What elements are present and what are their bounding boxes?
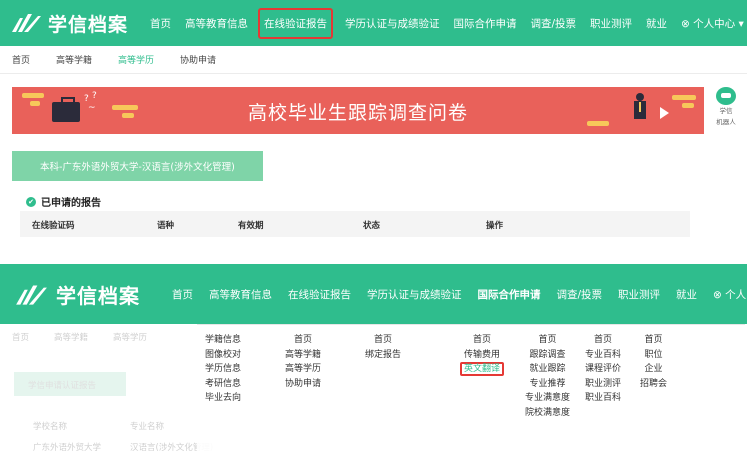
dim-card: 学信申请认证报告 [14,372,126,396]
menu-item[interactable]: 职位 [640,348,667,363]
applied-reports-heading: ✔ 已申请的报告 [26,194,101,209]
panel-gap [0,240,747,264]
col-status: 状态 [363,221,381,231]
dim-subnav-enrollment: 高等学籍 [54,333,89,343]
nav-certification[interactable]: 学历认证与成绩验证 [345,16,440,31]
menu-item[interactable]: 企业 [640,362,667,377]
nav-higher-education[interactable]: 高等教育信息 [209,287,272,302]
menu-item[interactable]: 首页 [460,333,504,348]
chat-robot-widget[interactable]: 学信 机器人 [711,87,741,133]
menu-item[interactable]: 首页 [640,333,667,348]
nav-international[interactable]: 国际合作申请 [454,16,517,31]
nav-home[interactable]: 首页 [172,287,193,302]
subnav-home[interactable]: 首页 [12,53,30,66]
subnav-enrollment[interactable]: 高等学籍 [56,53,92,66]
col-language: 语种 [157,221,175,231]
menu-item[interactable]: 毕业去向 [205,391,241,406]
report-table-header: 在线验证码 语种 有效期 状态 操作 [20,211,690,237]
col-actions: 操作 [486,221,504,231]
menu-item[interactable]: 首页 [365,333,401,348]
mega-col-2: 首页 高等学籍 高等学历 协助申请 [285,333,321,391]
menu-item[interactable]: 学历信息 [205,362,241,377]
dim-col-school: 学校名称 [33,422,68,432]
nav-higher-education[interactable]: 高等教育信息 [185,16,248,31]
menu-item[interactable]: 职业百科 [585,391,621,406]
menu-item[interactable]: 就业跟踪 [525,362,570,377]
menu-item[interactable]: 协助申请 [285,377,321,392]
subnav-degree[interactable]: 高等学历 [118,53,154,66]
menu-item[interactable]: 课程评价 [585,362,621,377]
site-logo[interactable]: 学信档案 [10,9,128,37]
nav-career-test[interactable]: 职业测评 [618,287,660,302]
graduate-figure-icon [633,93,647,127]
menu-item[interactable]: 专业推荐 [525,377,570,392]
menu-item[interactable]: 绑定报告 [365,348,401,363]
menu-item[interactable]: 考研信息 [205,377,241,392]
user-center-menu[interactable]: ⊗ 个人中心 ▾ [681,16,744,31]
menu-item[interactable]: 职业测评 [585,377,621,392]
logo-mark-icon [10,12,42,34]
logo-mark-icon [14,283,48,307]
banner-title: 高校毕业生跟踪调查问卷 [247,102,468,124]
logo-text: 学信档案 [56,284,140,308]
top-navbar-expanded: 学信档案 首页 高等教育信息 在线验证报告 学历认证与成绩验证 国际合作申请 调… [0,264,747,324]
mega-col-6: 首页 专业百科 课程评价 职业测评 职业百科 [585,333,621,406]
nav-certification[interactable]: 学历认证与成绩验证 [367,287,462,302]
check-circle-icon: ✔ [26,196,36,207]
menu-item[interactable]: 首页 [525,333,570,348]
mega-col-4: 首页 传输费用 英文翻译 [460,333,505,377]
nav-international[interactable]: 国际合作申请 [478,287,541,302]
mega-col-3: 首页 绑定报告 [365,333,401,362]
nav-employment[interactable]: 就业 [676,287,697,302]
applied-reports-title: 已申请的报告 [41,198,101,209]
col-verification-code: 在线验证码 [32,221,75,231]
screenshot-top-panel: 学信档案 首页 高等教育信息 在线验证报告 学历认证与成绩验证 国际合作申请 调… [0,0,747,240]
paper-plane-icon [660,107,669,119]
dim-col-major: 专业名称 [130,422,165,432]
menu-item[interactable]: 首页 [585,333,621,348]
menu-item[interactable]: 学籍信息 [205,333,241,348]
dim-subnav-home: 首页 [12,333,30,343]
international-mega-menu: 学籍信息 图像校对 学历信息 考研信息 毕业去向 首页 高等学籍 高等学历 协助… [197,324,745,451]
robot-label-line1: 学信 [719,107,733,115]
mega-col-1: 学籍信息 图像校对 学历信息 考研信息 毕业去向 [205,333,241,406]
mega-col-5: 首页 跟踪调查 就业跟踪 专业推荐 专业满意度 院校满意度 [525,333,570,421]
menu-item[interactable]: 传输费用 [460,348,504,363]
menu-item[interactable]: 图像校对 [205,348,241,363]
nav-career-test[interactable]: 职业测评 [590,16,632,31]
robot-icon [716,87,736,105]
survey-banner[interactable]: ? ? ~ 高校毕业生跟踪调查问卷 [12,87,704,134]
sub-navbar: 首页 高等学籍 高等学历 协助申请 [0,46,747,74]
user-center-menu[interactable]: ⊗ 个人中心 ▾ [713,287,747,302]
menu-item[interactable]: 跟踪调查 [525,348,570,363]
menu-item[interactable]: 院校满意度 [525,406,570,421]
top-navbar: 学信档案 首页 高等教育信息 在线验证报告 学历认证与成绩验证 国际合作申请 调… [0,0,747,46]
robot-label-line2: 机器人 [716,118,736,126]
degree-card[interactable]: 本科-广东外语外贸大学-汉语言(涉外文化管理) [12,151,263,181]
subnav-assist-apply[interactable]: 协助申请 [180,53,216,66]
nav-employment[interactable]: 就业 [646,16,667,31]
col-validity: 有效期 [238,221,264,231]
mega-col-7: 首页 职位 企业 招聘会 [640,333,667,391]
dim-cell-school: 广东外语外贸大学 [33,443,102,451]
menu-item[interactable]: 高等学籍 [285,348,321,363]
menu-item[interactable]: 高等学历 [285,362,321,377]
nav-online-verification-report[interactable]: 在线验证报告 [288,287,351,302]
nav-online-verification-report[interactable]: 在线验证报告 [258,7,333,39]
menu-item[interactable]: 首页 [285,333,321,348]
menu-item[interactable]: 专业满意度 [525,391,570,406]
menu-item-english-translation[interactable]: 英文翻译 [460,362,505,377]
nav-survey[interactable]: 调查/投票 [531,16,577,31]
dim-subnav-degree: 高等学历 [113,333,148,343]
nav-survey[interactable]: 调查/投票 [557,287,603,302]
menu-item[interactable]: 招聘会 [640,377,667,392]
logo-text: 学信档案 [48,13,129,36]
menu-item[interactable]: 专业百科 [585,348,621,363]
nav-home[interactable]: 首页 [150,16,171,31]
screenshot-bottom-panel: 学信档案 首页 高等教育信息 在线验证报告 学历认证与成绩验证 国际合作申请 调… [0,264,747,451]
site-logo[interactable]: 学信档案 [14,280,140,309]
